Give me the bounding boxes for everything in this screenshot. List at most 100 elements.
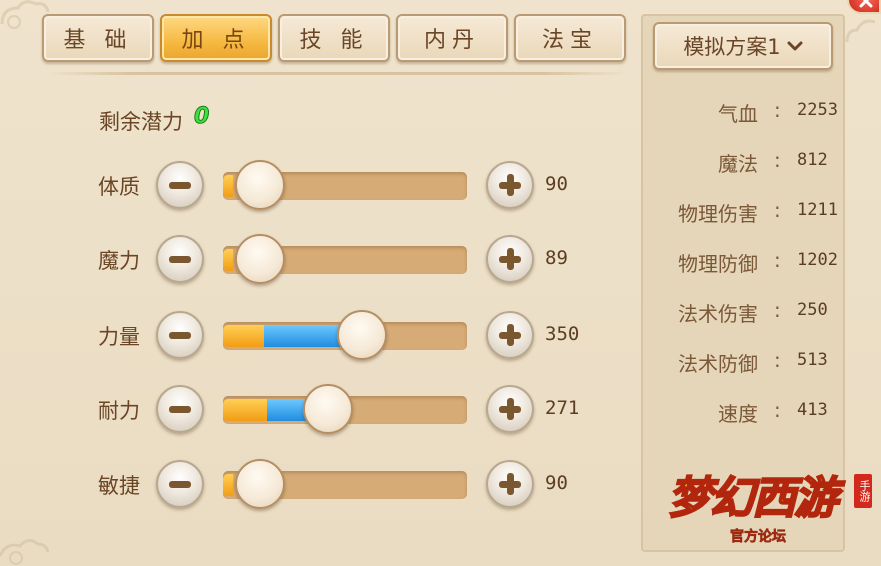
- stat-value: 89: [545, 247, 568, 269]
- stat-row-agility: 敏捷 90: [98, 456, 598, 516]
- stat-value: 350: [545, 323, 580, 345]
- increase-button[interactable]: [486, 311, 534, 359]
- tab-magic-treasure[interactable]: 法宝: [514, 14, 626, 62]
- slider-fill: [223, 175, 233, 197]
- slider-fill: [223, 399, 313, 421]
- stat-row-constitution: 体质 90: [98, 157, 598, 217]
- stat-slider[interactable]: [223, 160, 467, 210]
- attr-row-speed: 速度 : 413: [650, 398, 838, 428]
- attr-name: 物理防御: [678, 252, 758, 276]
- stat-slider[interactable]: [223, 384, 467, 434]
- attr-value: 2253: [797, 100, 838, 120]
- stat-row-endurance: 耐力 271: [98, 381, 598, 441]
- attr-name: 气血: [718, 102, 758, 126]
- attr-name: 法术伤害: [678, 302, 758, 326]
- minus-icon: [169, 332, 191, 339]
- attr-row-physical-damage: 物理伤害 : 1211: [650, 198, 838, 228]
- decrease-button[interactable]: [156, 385, 204, 433]
- slider-handle[interactable]: [337, 310, 387, 360]
- attr-colon: :: [774, 248, 781, 272]
- attr-value: 1202: [797, 250, 838, 270]
- slider-handle[interactable]: [235, 234, 285, 284]
- attr-colon: :: [774, 98, 781, 122]
- logo-tag: 手游: [854, 474, 872, 508]
- increase-button[interactable]: [486, 385, 534, 433]
- decrease-button[interactable]: [156, 460, 204, 508]
- decrease-button[interactable]: [156, 235, 204, 283]
- attr-colon: :: [774, 398, 781, 422]
- stat-label: 魔力: [98, 249, 140, 273]
- plus-icon-vertical: [506, 324, 514, 346]
- stat-slider[interactable]: [223, 234, 467, 284]
- plan-label: 模拟方案1: [683, 35, 781, 59]
- slider-handle[interactable]: [235, 459, 285, 509]
- stat-label: 敏捷: [98, 474, 140, 498]
- increase-button[interactable]: [486, 161, 534, 209]
- stat-row-magic: 魔力 89: [98, 231, 598, 291]
- plus-icon-vertical: [506, 248, 514, 270]
- minus-icon: [169, 406, 191, 413]
- game-logo: 梦幻西游 官方论坛 手游: [666, 462, 876, 552]
- attr-value: 250: [797, 300, 828, 320]
- tab-add-points[interactable]: 加 点: [160, 14, 272, 62]
- stat-value: 90: [545, 173, 568, 195]
- tab-bar: 基 础 加 点 技 能 内丹 法宝: [42, 14, 626, 62]
- attr-value: 1211: [797, 200, 838, 220]
- attr-name: 速度: [718, 402, 758, 426]
- stat-row-strength: 力量 350: [98, 307, 598, 367]
- tab-skills[interactable]: 技 能: [278, 14, 390, 62]
- slider-fill: [223, 474, 233, 496]
- stat-value: 90: [545, 472, 568, 494]
- remaining-potential-value: 0: [193, 104, 210, 130]
- remaining-potential-label: 剩余潜力: [99, 110, 183, 134]
- close-icon: [859, 0, 873, 8]
- slider-fill: [223, 249, 233, 271]
- stat-label: 耐力: [98, 399, 140, 423]
- plus-icon-vertical: [506, 174, 514, 196]
- increase-button[interactable]: [486, 460, 534, 508]
- tab-basic[interactable]: 基 础: [42, 14, 154, 62]
- stat-slider[interactable]: [223, 310, 467, 360]
- plan-selector-button[interactable]: 模拟方案1: [653, 22, 833, 70]
- minus-icon: [169, 481, 191, 488]
- chevron-down-icon: [787, 41, 803, 51]
- attr-value: 812: [797, 150, 828, 170]
- attr-name: 魔法: [718, 152, 758, 176]
- decrease-button[interactable]: [156, 311, 204, 359]
- attr-colon: :: [774, 148, 781, 172]
- plus-icon-vertical: [506, 473, 514, 495]
- slider-fill-base: [223, 399, 267, 421]
- slider-fill-base: [223, 474, 233, 496]
- attr-row-hp: 气血 : 2253: [650, 98, 838, 128]
- attr-name: 物理伤害: [678, 202, 758, 226]
- attr-value: 513: [797, 350, 828, 370]
- attr-colon: :: [774, 198, 781, 222]
- slider-handle[interactable]: [235, 160, 285, 210]
- minus-icon: [169, 182, 191, 189]
- attr-row-magic-defense: 法术防御 : 513: [650, 348, 838, 378]
- attr-name: 法术防御: [678, 352, 758, 376]
- tab-inner-core[interactable]: 内丹: [396, 14, 508, 62]
- logo-title: 梦幻西游: [667, 472, 839, 525]
- increase-button[interactable]: [486, 235, 534, 283]
- slider-handle[interactable]: [303, 384, 353, 434]
- attr-value: 413: [797, 400, 828, 420]
- slider-fill-base: [223, 325, 264, 347]
- attr-colon: :: [774, 348, 781, 372]
- slider-fill-base: [223, 175, 233, 197]
- cloud-ornament-icon: [0, 539, 50, 565]
- attr-row-mp: 魔法 : 812: [650, 148, 838, 178]
- attr-row-physical-defense: 物理防御 : 1202: [650, 248, 838, 278]
- slider-fill-base: [223, 249, 233, 271]
- decrease-button[interactable]: [156, 161, 204, 209]
- tab-divider: [46, 72, 628, 75]
- plus-icon-vertical: [506, 398, 514, 420]
- attr-row-magic-damage: 法术伤害 : 250: [650, 298, 838, 328]
- stat-label: 体质: [98, 175, 140, 199]
- stat-label: 力量: [98, 325, 140, 349]
- stat-value: 271: [545, 397, 580, 419]
- minus-icon: [169, 256, 191, 263]
- attr-colon: :: [774, 298, 781, 322]
- logo-subtitle: 官方论坛: [730, 529, 787, 546]
- stat-slider[interactable]: [223, 459, 467, 509]
